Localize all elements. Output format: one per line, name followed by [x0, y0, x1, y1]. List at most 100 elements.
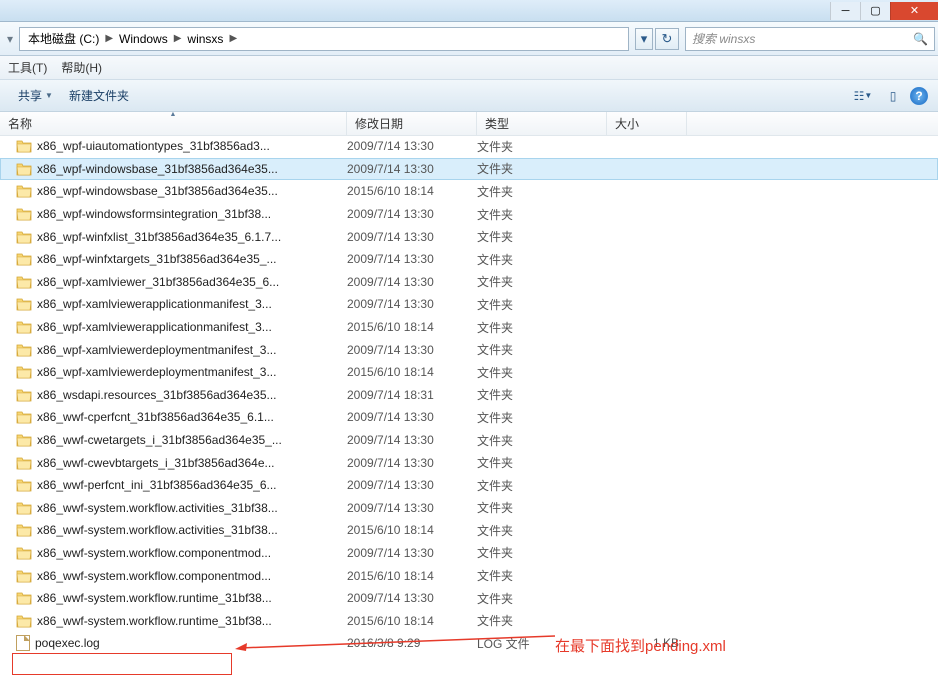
folder-row[interactable]: x86_wpf-winfxtargets_31bf3856ad364e35_..… — [0, 248, 938, 271]
item-date: 2009/7/14 13:30 — [347, 591, 477, 605]
share-button[interactable]: 共享▼ — [10, 83, 61, 108]
item-type: 文件夹 — [477, 319, 607, 336]
menu-help[interactable]: 帮助(H) — [61, 59, 102, 76]
folder-icon — [16, 230, 32, 244]
breadcrumb-item[interactable]: Windows — [115, 32, 172, 46]
item-type: 文件夹 — [477, 544, 607, 561]
breadcrumb-item[interactable]: 本地磁盘 (C:) — [24, 30, 103, 47]
folder-row[interactable]: x86_wpf-xamlviewerapplicationmanifest_3.… — [0, 316, 938, 339]
folder-row[interactable]: x86_wpf-xamlviewerdeploymentmanifest_3..… — [0, 361, 938, 384]
folder-icon — [16, 569, 32, 583]
file-list[interactable]: 在最下面找到pending.xml x86_wpf-uiautomationty… — [0, 136, 938, 675]
folder-row[interactable]: x86_wwf-system.workflow.componentmod... 2… — [0, 542, 938, 565]
folder-icon — [16, 546, 32, 560]
item-date: 2009/7/14 13:30 — [347, 139, 477, 153]
item-date: 2009/7/14 13:30 — [347, 433, 477, 447]
minimize-button[interactable]: ─ — [830, 2, 860, 20]
folder-row[interactable]: x86_wpf-xamlviewer_31bf3856ad364e35_6...… — [0, 271, 938, 294]
item-date: 2015/6/10 18:14 — [347, 614, 477, 628]
folder-icon — [16, 139, 32, 153]
item-date: 2009/7/14 13:30 — [347, 252, 477, 266]
item-type: 文件夹 — [477, 364, 607, 381]
folder-row[interactable]: x86_wpf-windowsbase_31bf3856ad364e35...2… — [0, 180, 938, 203]
item-date: 2009/7/14 13:30 — [347, 456, 477, 470]
refresh-button[interactable]: ↻ — [655, 28, 679, 50]
item-name: x86_wwf-perfcnt_ini_31bf3856ad364e35_6..… — [37, 478, 277, 492]
chevron-right-icon: ▶ — [103, 33, 115, 44]
column-date[interactable]: 修改日期 — [347, 112, 477, 135]
folder-icon — [16, 410, 32, 424]
folder-row[interactable]: x86_wwf-cwevbtargets_i_31bf3856ad364e...… — [0, 451, 938, 474]
item-type: 文件夹 — [477, 296, 607, 313]
item-date: 2009/7/14 13:30 — [347, 162, 477, 176]
search-placeholder: 搜索 winsxs — [692, 30, 755, 47]
preview-pane-button[interactable]: ▯ — [880, 85, 906, 107]
folder-row[interactable]: x86_wpf-uiautomationtypes_31bf3856ad3...… — [0, 136, 938, 158]
folder-row[interactable]: x86_wwf-system.workflow.componentmod...2… — [0, 564, 938, 587]
view-options-button[interactable]: ☷ ▼ — [850, 85, 876, 107]
item-name: x86_wpf-xamlviewerapplicationmanifest_3.… — [37, 297, 272, 311]
folder-icon — [16, 523, 32, 537]
folder-row[interactable]: x86_wwf-system.workflow.activities_31bf3… — [0, 497, 938, 520]
chevron-right-icon: ▶ — [172, 33, 184, 44]
help-button[interactable]: ? — [910, 87, 928, 105]
item-type: 文件夹 — [477, 251, 607, 268]
item-type: 文件夹 — [477, 273, 607, 290]
folder-row[interactable]: x86_wwf-system.workflow.runtime_31bf38..… — [0, 609, 938, 632]
menu-bar: 工具(T) 帮助(H) — [0, 56, 938, 80]
search-input[interactable]: 搜索 winsxs 🔍 — [685, 27, 935, 51]
item-date: 2015/6/10 18:14 — [347, 569, 477, 583]
item-date: 2009/7/14 13:30 — [347, 546, 477, 560]
maximize-button[interactable]: ▢ — [860, 2, 890, 20]
item-name: x86_wpf-xamlviewerdeploymentmanifest_3..… — [37, 365, 276, 379]
history-dropdown[interactable]: ▾ — [635, 28, 653, 50]
item-type: 文件夹 — [477, 183, 607, 200]
item-name: x86_wpf-xamlviewerdeploymentmanifest_3..… — [37, 343, 276, 357]
folder-row[interactable]: x86_wwf-system.workflow.activities_31bf3… — [0, 519, 938, 542]
folder-icon — [16, 275, 32, 289]
item-date: 2009/7/14 13:30 — [347, 207, 477, 221]
item-name: x86_wpf-xamlviewer_31bf3856ad364e35_6... — [37, 275, 279, 289]
item-type: 文件夹 — [477, 160, 607, 177]
folder-row[interactable]: x86_wpf-xamlviewerdeploymentmanifest_3..… — [0, 338, 938, 361]
menu-tools[interactable]: 工具(T) — [8, 59, 47, 76]
folder-icon — [16, 478, 32, 492]
item-name: x86_wwf-cperfcnt_31bf3856ad364e35_6.1... — [37, 410, 274, 424]
close-button[interactable]: ✕ — [890, 2, 938, 20]
item-name: x86_wwf-system.workflow.componentmod... — [37, 546, 271, 560]
item-name: x86_wwf-system.workflow.activities_31bf3… — [37, 523, 278, 537]
column-name[interactable]: 名称▲ — [0, 112, 347, 135]
breadcrumb-item[interactable]: winsxs — [183, 32, 227, 46]
folder-row[interactable]: x86_wpf-winfxlist_31bf3856ad364e35_6.1.7… — [0, 225, 938, 248]
column-type[interactable]: 类型 — [477, 112, 607, 135]
folder-icon — [16, 184, 32, 198]
folder-row[interactable]: x86_wwf-cwetargets_i_31bf3856ad364e35_..… — [0, 429, 938, 452]
folder-icon — [16, 501, 32, 515]
folder-row[interactable]: x86_wsdapi.resources_31bf3856ad364e35...… — [0, 384, 938, 407]
folder-icon — [16, 207, 32, 221]
folder-row[interactable]: x86_wwf-system.workflow.runtime_31bf38..… — [0, 587, 938, 610]
folder-row[interactable]: x86_wpf-windowsformsintegration_31bf38..… — [0, 203, 938, 226]
item-name: x86_wwf-system.workflow.runtime_31bf38..… — [37, 614, 272, 628]
new-folder-button[interactable]: 新建文件夹 — [61, 83, 137, 108]
folder-row[interactable]: x86_wpf-xamlviewerapplicationmanifest_3.… — [0, 293, 938, 316]
folder-row[interactable]: x86_wwf-perfcnt_ini_31bf3856ad364e35_6..… — [0, 474, 938, 497]
folder-icon — [16, 297, 32, 311]
file-row[interactable]: poqexec.log2016/3/8 9:29LOG 文件1 KB — [0, 632, 938, 655]
folder-row[interactable]: x86_wwf-cperfcnt_31bf3856ad364e35_6.1...… — [0, 406, 938, 429]
item-type: 文件夹 — [477, 206, 607, 223]
item-name: x86_wsdapi.resources_31bf3856ad364e35... — [37, 388, 277, 402]
item-type: 文件夹 — [477, 499, 607, 516]
item-name: x86_wpf-winfxlist_31bf3856ad364e35_6.1.7… — [37, 230, 281, 244]
item-date: 2016/3/8 9:29 — [347, 636, 477, 650]
item-name: x86_wwf-system.workflow.activities_31bf3… — [37, 501, 278, 515]
item-name: x86_wpf-windowsformsintegration_31bf38..… — [37, 207, 271, 221]
folder-icon — [16, 591, 32, 605]
item-type: 文件夹 — [477, 409, 607, 426]
column-size[interactable]: 大小 — [607, 112, 687, 135]
breadcrumb-bar[interactable]: 本地磁盘 (C:)▶Windows▶winsxs▶ — [19, 27, 629, 51]
item-name: x86_wpf-winfxtargets_31bf3856ad364e35_..… — [37, 252, 277, 266]
item-date: 2009/7/14 13:30 — [347, 275, 477, 289]
folder-icon — [16, 343, 32, 357]
folder-row[interactable]: x86_wpf-windowsbase_31bf3856ad364e35...2… — [0, 158, 938, 181]
